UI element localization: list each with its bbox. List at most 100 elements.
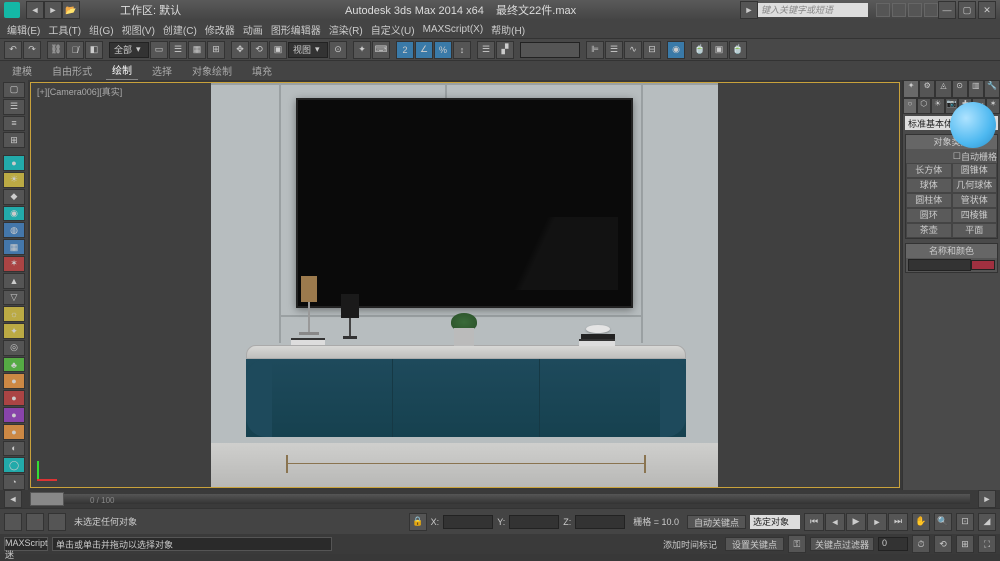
tab-paint[interactable]: 绘制 [106, 60, 138, 81]
window-cross-icon[interactable]: ⊞ [207, 41, 225, 59]
lt-extra6-icon[interactable]: ◔ [3, 474, 25, 490]
menu-view[interactable]: 视图(V) [119, 22, 158, 37]
select-name-icon[interactable]: ☰ [169, 41, 187, 59]
transform-x-input[interactable] [443, 515, 493, 529]
tab-modeling[interactable]: 建模 [6, 61, 38, 80]
lt-extra2-icon[interactable]: ▲ [3, 273, 25, 289]
tab-select[interactable]: 选择 [146, 61, 178, 80]
rotate-icon[interactable]: ⟲ [250, 41, 268, 59]
panel-tab-utilities-icon[interactable]: 🔧 [984, 80, 1000, 98]
render-icon[interactable]: 🍵 [729, 41, 747, 59]
btn-teapot[interactable]: 茶壶 [906, 223, 952, 238]
workspace-label[interactable]: 工作区: 默认 [120, 2, 181, 18]
minimize-button[interactable]: — [938, 1, 956, 19]
prev-frame-icon[interactable]: ◄ [825, 513, 845, 531]
lt-layers-icon[interactable]: ≡ [3, 116, 25, 132]
lt-bulb-icon[interactable]: ✦ [3, 323, 25, 339]
key-big-icon[interactable]: ⚿ [788, 535, 806, 553]
menu-grapheditors[interactable]: 图形编辑器 [268, 22, 324, 37]
lt-grid-icon[interactable]: ⊞ [3, 132, 25, 148]
lt-mat1-icon[interactable]: ● [3, 373, 25, 389]
snap-2d-icon[interactable]: 2 [396, 41, 414, 59]
timeline-config2-icon[interactable] [26, 513, 44, 531]
viewport[interactable]: [+][Camera006][真实] [30, 82, 900, 488]
material-editor-icon[interactable]: ◉ [667, 41, 685, 59]
goto-end-icon[interactable]: ⏭ [888, 513, 908, 531]
btn-cylinder[interactable]: 圆柱体 [906, 193, 952, 208]
named-sel-combo[interactable] [520, 42, 580, 58]
render-setup-icon[interactable]: 🍵 [691, 41, 709, 59]
menu-animation[interactable]: 动画 [240, 22, 266, 37]
nav-zoomregion-icon[interactable]: ⊞ [956, 535, 974, 553]
btn-pyramid[interactable]: 四棱锥 [952, 208, 998, 223]
autokey-button[interactable]: 自动关键点 [687, 515, 746, 529]
lt-mat4-icon[interactable]: ● [3, 424, 25, 440]
scale-icon[interactable]: ▣ [269, 41, 287, 59]
tb-back-icon[interactable]: ◄ [26, 1, 44, 19]
selection-filter-combo[interactable]: 全部 [109, 42, 149, 58]
align-icon[interactable]: ⊫ [586, 41, 604, 59]
btn-torus[interactable]: 圆环 [906, 208, 952, 223]
snap-angle-icon[interactable]: ∠ [415, 41, 433, 59]
lt-fx-icon[interactable]: ✶ [3, 256, 25, 272]
bind-icon[interactable]: ◧ [85, 41, 103, 59]
lock-icon[interactable]: 🔒 [409, 513, 427, 531]
nav-maximize-icon[interactable]: ⛶ [978, 535, 996, 553]
menu-customize[interactable]: 自定义(U) [368, 22, 418, 37]
menu-edit[interactable]: 编辑(E) [4, 22, 43, 37]
schematic-icon[interactable]: ⊟ [643, 41, 661, 59]
render-frame-icon[interactable]: ▣ [710, 41, 728, 59]
lt-tex-icon[interactable]: ▦ [3, 239, 25, 255]
ref-coord-combo[interactable]: 视图 [288, 42, 328, 58]
nav-fov-icon[interactable]: ◢ [978, 513, 996, 531]
btn-sphere[interactable]: 球体 [906, 178, 952, 193]
undo-icon[interactable]: ↶ [4, 41, 22, 59]
tb-open-icon[interactable]: 📂 [62, 1, 80, 19]
tb-fwd-icon[interactable]: ► [44, 1, 62, 19]
snap-percent-icon[interactable]: % [434, 41, 452, 59]
favorite-icon[interactable] [908, 3, 922, 17]
nav-zoom-icon[interactable]: 🔍 [934, 513, 952, 531]
timeline-config3-icon[interactable] [48, 513, 66, 531]
lt-sphere-icon[interactable]: ● [3, 155, 25, 171]
lt-select-icon[interactable]: ▢ [3, 82, 25, 98]
keyboard-icon[interactable]: ⌨ [372, 41, 390, 59]
select-region-icon[interactable]: ▦ [188, 41, 206, 59]
next-frame-icon[interactable]: ► [867, 513, 887, 531]
unlink-icon[interactable]: ⛓̸ [66, 41, 84, 59]
tab-populate[interactable]: 填充 [246, 61, 278, 80]
lt-shader-icon[interactable]: ◉ [3, 206, 25, 222]
panel-tab-hierarchy-icon[interactable]: ◬ [935, 80, 951, 98]
addtime-label[interactable]: 添加时间标记 [659, 538, 721, 551]
lt-ring-icon[interactable]: ◯ [3, 457, 25, 473]
close-button[interactable]: ✕ [978, 1, 996, 19]
btn-tube[interactable]: 管状体 [952, 193, 998, 208]
curve-editor-icon[interactable]: ∿ [624, 41, 642, 59]
comm-center-icon[interactable] [892, 3, 906, 17]
timeline-config-icon[interactable] [4, 513, 22, 531]
tab-freeform[interactable]: 自由形式 [46, 61, 98, 80]
viewport-label[interactable]: [+][Camera006][真实] [37, 85, 122, 98]
cat-lights-icon[interactable]: ☀ [931, 98, 945, 114]
lt-sun-icon[interactable]: ☼ [3, 306, 25, 322]
help-search-input[interactable]: 键入关键字或短语 [758, 3, 868, 17]
redo-icon[interactable]: ↷ [23, 41, 41, 59]
select-icon[interactable]: ▭ [150, 41, 168, 59]
lt-extra3-icon[interactable]: ▽ [3, 290, 25, 306]
cat-shapes-icon[interactable]: ⬡ [917, 98, 931, 114]
menu-tools[interactable]: 工具(T) [45, 22, 84, 37]
keyfilter-button[interactable]: 关键点过滤器 [810, 537, 874, 551]
timeline-next-icon[interactable]: ► [978, 490, 996, 508]
manip-icon[interactable]: ✦ [353, 41, 371, 59]
signin-icon[interactable] [924, 3, 938, 17]
menu-modifiers[interactable]: 修改器 [202, 22, 238, 37]
menu-rendering[interactable]: 渲染(R) [326, 22, 366, 37]
panel-tab-create-icon[interactable]: ✦ [903, 80, 919, 98]
spinner-snap-icon[interactable]: ↕ [453, 41, 471, 59]
panel-tab-modify-icon[interactable]: ⚙ [919, 80, 935, 98]
menu-help[interactable]: 帮助(H) [488, 22, 528, 37]
play-icon[interactable]: ▶ [846, 513, 866, 531]
panel-tab-motion-icon[interactable]: ⊙ [952, 80, 968, 98]
pivot-icon[interactable]: ⊙ [329, 41, 347, 59]
timeline-prev-icon[interactable]: ◄ [4, 490, 22, 508]
